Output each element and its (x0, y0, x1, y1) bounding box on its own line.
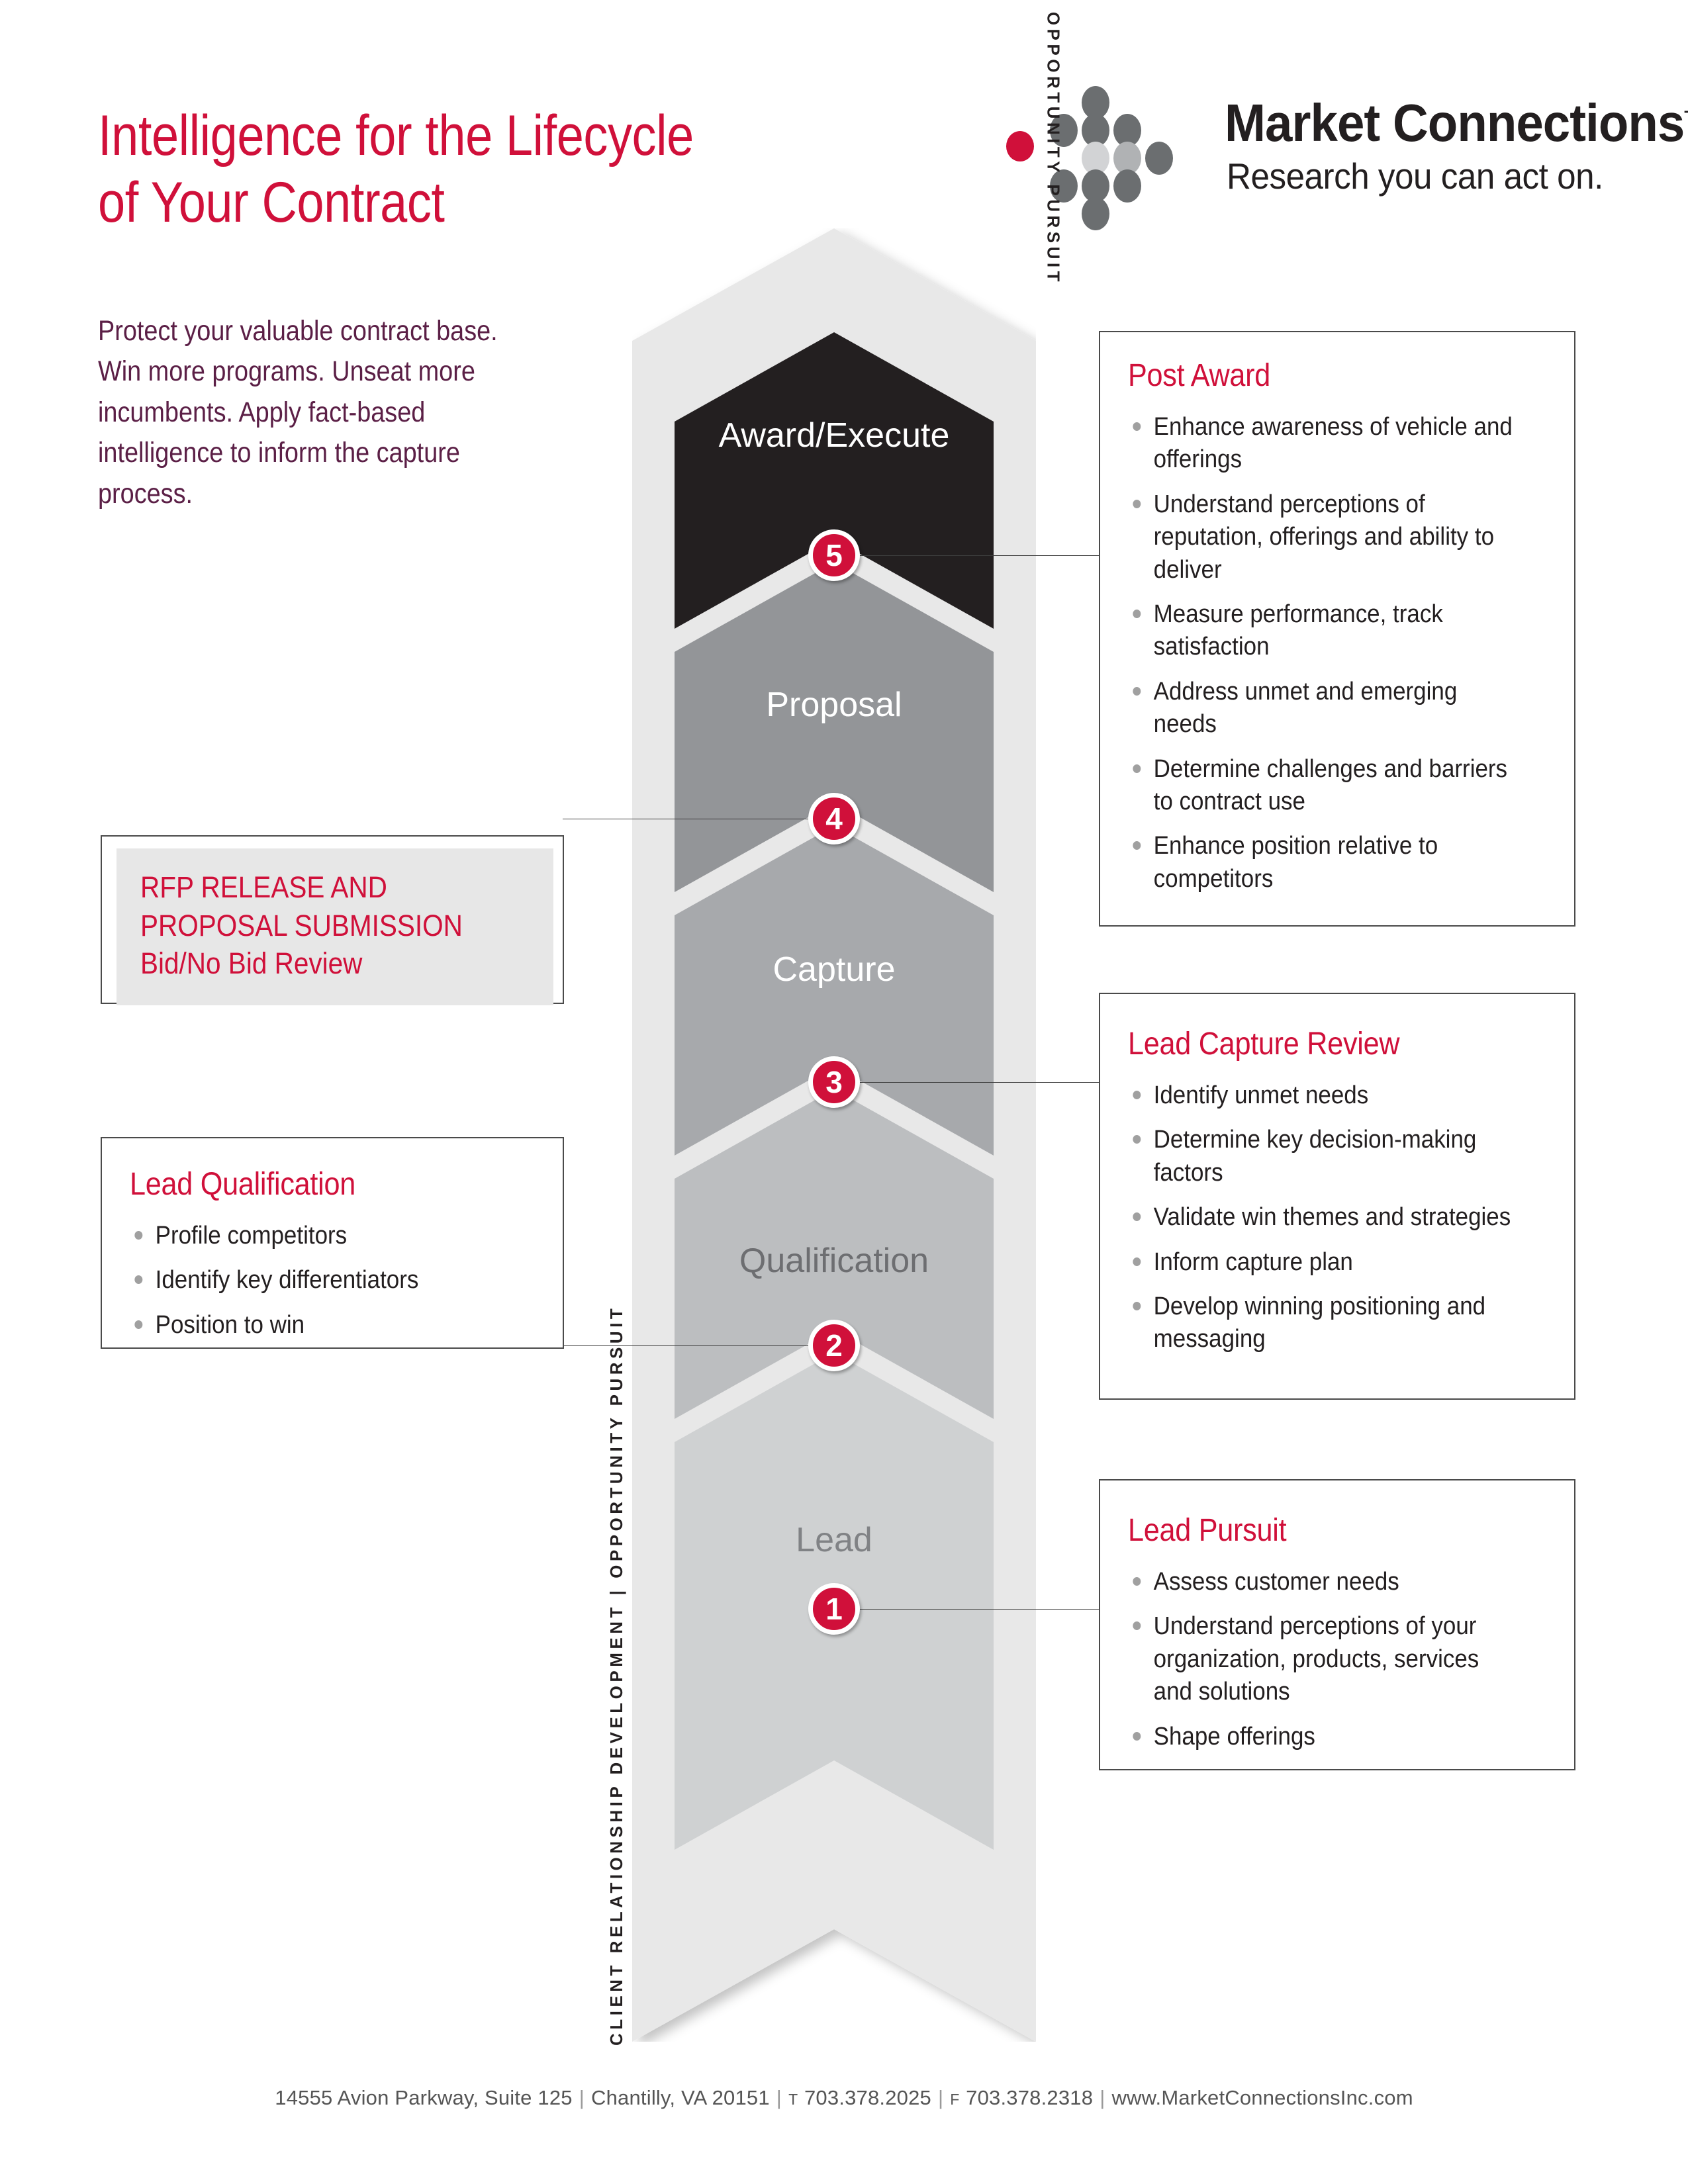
axis-label-left: CLIENT RELATIONSHIP DEVELOPMENT | OPPORT… (606, 1304, 626, 2046)
footer-separator: | (579, 2086, 585, 2109)
info-box-list-lead-pursuit: Assess customer needs Understand percept… (1128, 1566, 1548, 1753)
list-item: Identify unmet needs (1128, 1079, 1514, 1112)
rfp-release-line3: Bid/No Bid Review (140, 946, 363, 981)
info-box-lead-capture-review: Lead Capture Review Identify unmet needs… (1099, 993, 1575, 1400)
list-item: Develop winning positioning and messagin… (1128, 1291, 1514, 1356)
dot-grid-accent-dot (1006, 131, 1034, 161)
list-item: Determine key decision-making factors (1128, 1124, 1514, 1189)
rfp-release-shade: RFP RELEASE AND PROPOSAL SUBMISSION Bid/… (117, 848, 553, 1005)
list-item: Enhance awareness of vehicle and offerin… (1128, 411, 1514, 477)
list-item: Position to win (130, 1309, 504, 1342)
footer-separator: | (776, 2086, 782, 2109)
info-box-title-lead-qualification: Lead Qualification (130, 1167, 355, 1202)
footer-fax-label: F (950, 2091, 961, 2108)
ribbon-shape (632, 228, 1036, 2042)
info-box-rfp-release: RFP RELEASE AND PROPOSAL SUBMISSION Bid/… (101, 835, 564, 1005)
footer-address: 14555 Avion Parkway, Suite 125 (275, 2086, 573, 2109)
info-box-post-award: Post Award Enhance awareness of vehicle … (1099, 331, 1575, 927)
connector-line-5 (857, 555, 1099, 556)
brand-logo: Market ConnectionsTM Research you can ac… (1006, 81, 1688, 230)
intro-paragraph: Protect your valuable contract base. Win… (98, 315, 498, 510)
page-title: Intelligence for the Lifecycle of Your C… (98, 103, 781, 236)
list-item: Identify key differentiators (130, 1264, 504, 1297)
footer-fax: 703.378.2318 (966, 2086, 1094, 2109)
dot-grid-icon (1145, 142, 1173, 175)
info-box-title-lead-pursuit: Lead Pursuit (1128, 1513, 1287, 1548)
info-box-list-post-award: Enhance awareness of vehicle and offerin… (1128, 411, 1548, 895)
step-badge-5[interactable]: 5 (808, 529, 860, 581)
list-item: Shape offerings (1128, 1721, 1514, 1753)
list-item: Understand perceptions of reputation, of… (1128, 488, 1514, 586)
footer-separator: | (938, 2086, 944, 2109)
logo-tagline: Research you can act on. (1227, 156, 1603, 197)
rfp-release-line2: PROPOSAL SUBMISSION (140, 908, 463, 942)
page-root: Intelligence for the Lifecycle of Your C… (0, 0, 1688, 2184)
connector-line-3 (857, 1082, 1099, 1083)
info-box-list-lead-qualification: Profile competitors Identify key differe… (130, 1220, 536, 1342)
list-item: Enhance position relative to competitors (1128, 830, 1514, 895)
footer-website[interactable]: www.MarketConnectionsInc.com (1111, 2086, 1413, 2109)
footer-separator: | (1100, 2086, 1105, 2109)
step-badge-2[interactable]: 2 (808, 1320, 860, 1371)
list-item: Address unmet and emerging needs (1128, 676, 1514, 741)
info-box-title-post-award: Post Award (1128, 358, 1271, 393)
list-item: Assess customer needs (1128, 1566, 1514, 1598)
trademark-symbol: TM (1684, 107, 1688, 126)
step-badge-3[interactable]: 3 (808, 1056, 860, 1108)
list-item: Measure performance, track satisfaction (1128, 598, 1514, 664)
list-item: Validate win themes and strategies (1128, 1201, 1514, 1234)
lifecycle-ribbon-diagram: Award/Execute Proposal Capture Qualifica… (606, 0, 1063, 2046)
axis-label-right: CLIENT RELATIONSHIP DEVELOPMENT | OPPORT… (1043, 0, 1063, 285)
footer-phone: 703.378.2025 (804, 2086, 931, 2109)
dot-grid-icon (1082, 197, 1109, 230)
dot-grid-icon (1113, 169, 1141, 203)
info-box-list-lead-capture-review: Identify unmet needs Determine key decis… (1128, 1079, 1548, 1356)
list-item: Profile competitors (130, 1220, 504, 1252)
step-badge-4[interactable]: 4 (808, 793, 860, 844)
connector-line-1 (857, 1609, 1099, 1610)
rfp-release-line1: RFP RELEASE AND (140, 870, 387, 904)
info-box-title-lead-capture-review: Lead Capture Review (1128, 1026, 1400, 1062)
logo-wordmark: Market ConnectionsTM (1225, 93, 1688, 154)
list-item: Determine challenges and barriers to con… (1128, 753, 1514, 819)
footer-city: Chantilly, VA 20151 (591, 2086, 770, 2109)
page-title-line2: of Your Contract (98, 170, 445, 234)
step-badge-1[interactable]: 1 (808, 1583, 860, 1635)
info-box-lead-pursuit: Lead Pursuit Assess customer needs Under… (1099, 1479, 1575, 1770)
info-box-lead-qualification: Lead Qualification Profile competitors I… (101, 1137, 564, 1349)
footer-phone-label: T (788, 2091, 799, 2108)
logo-name: Market Connections (1225, 93, 1685, 152)
page-title-line1: Intelligence for the Lifecycle (98, 104, 694, 167)
connector-line-2 (563, 1345, 809, 1346)
list-item: Inform capture plan (1128, 1246, 1514, 1279)
list-item: Understand perceptions of your organizat… (1128, 1610, 1514, 1708)
footer: 14555 Avion Parkway, Suite 125 | Chantilly… (0, 2086, 1688, 2110)
